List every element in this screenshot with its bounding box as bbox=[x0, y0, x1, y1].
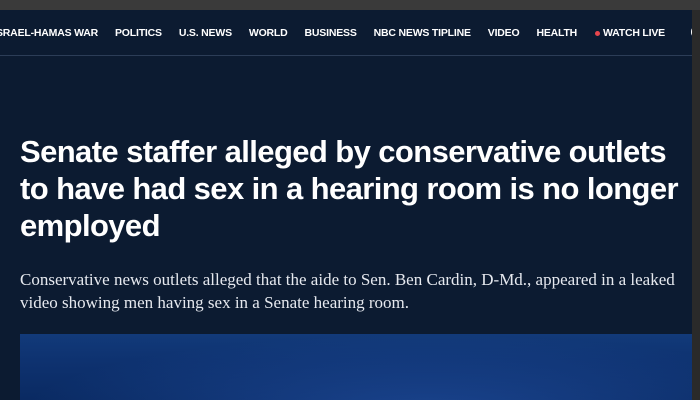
watch-live-label: WATCH LIVE bbox=[603, 27, 665, 39]
hero-image-glow bbox=[20, 334, 700, 400]
watch-live-link[interactable]: WATCH LIVE bbox=[595, 10, 665, 56]
nav-item-video[interactable]: VIDEO bbox=[488, 27, 520, 39]
nav-item-us-news[interactable]: U.S. NEWS bbox=[179, 27, 232, 39]
nav-item-health[interactable]: HEALTH bbox=[536, 27, 577, 39]
top-nav-bar: SRAEL-HAMAS WAR POLITICS U.S. NEWS WORLD… bbox=[0, 10, 700, 56]
article-dek: Conservative news outlets alleged that t… bbox=[20, 270, 675, 312]
nav-item-business[interactable]: BUSINESS bbox=[305, 27, 357, 39]
nav-item-israel-hamas-war[interactable]: SRAEL-HAMAS WAR bbox=[0, 27, 98, 39]
window-edge bbox=[692, 10, 700, 400]
nav-items: SRAEL-HAMAS WAR POLITICS U.S. NEWS WORLD… bbox=[0, 10, 594, 56]
hero-image bbox=[20, 334, 700, 400]
nav-item-politics[interactable]: POLITICS bbox=[115, 27, 162, 39]
live-dot-icon bbox=[595, 30, 600, 36]
article-headline: Senate staffer alleged by conservative o… bbox=[20, 134, 679, 243]
nav-item-nbc-news-tipline[interactable]: NBC NEWS TIPLINE bbox=[374, 27, 471, 39]
browser-top-strip bbox=[0, 0, 700, 10]
nav-item-world[interactable]: WORLD bbox=[249, 27, 288, 39]
